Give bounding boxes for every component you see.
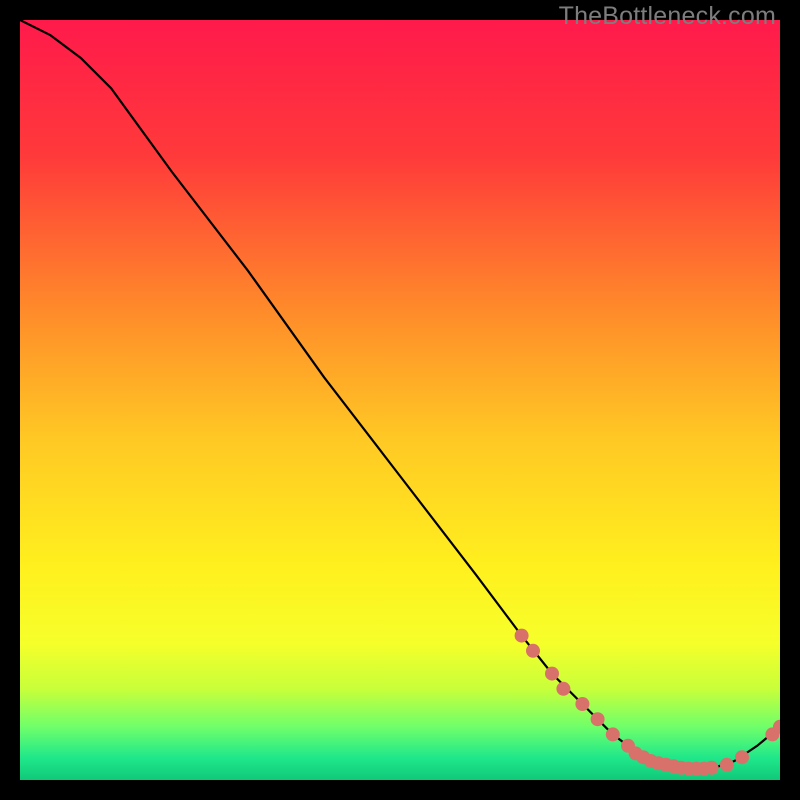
chart-marker [606, 727, 620, 741]
chart-marker [526, 644, 540, 658]
chart-marker [515, 629, 529, 643]
chart-marker [545, 667, 559, 681]
chart-background-gradient [20, 20, 780, 780]
bottleneck-chart [20, 20, 780, 780]
chart-marker [735, 750, 749, 764]
chart-marker [575, 697, 589, 711]
chart-marker [591, 712, 605, 726]
chart-marker [705, 761, 719, 775]
watermark-text: TheBottleneck.com [559, 2, 776, 31]
chart-marker [556, 682, 570, 696]
chart-marker [720, 758, 734, 772]
chart-frame [20, 20, 780, 780]
